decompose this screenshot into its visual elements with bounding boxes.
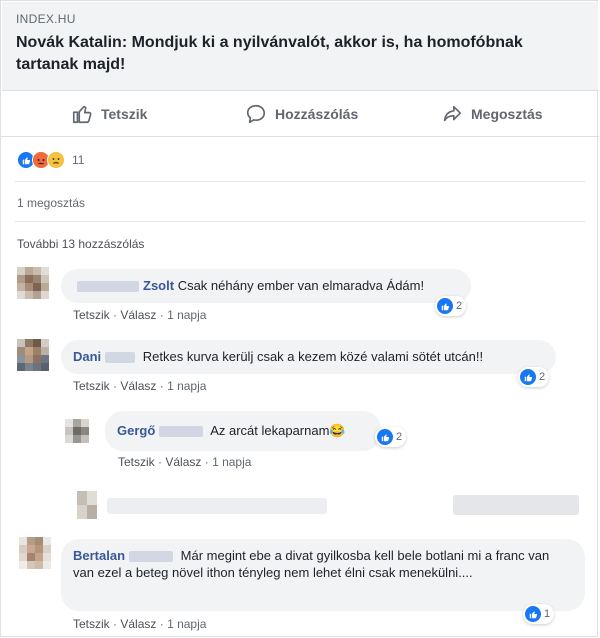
post-card: INDEX.HU Novák Katalin: Mondjuk ki a nyi… [0,0,599,637]
comment-bubble: Zsolt Csak néhány ember van elmaradva Ád… [61,269,471,303]
like-icon [525,606,541,622]
link-source: INDEX.HU [16,12,76,26]
reaction-count: 11 [72,153,85,167]
reaction-summary[interactable]: 11 [17,151,84,169]
comment-like-link[interactable]: Tetszik [118,455,155,469]
comment-like-link[interactable]: Tetszik [73,308,110,322]
like-label: Tetszik [101,106,148,122]
avatar[interactable] [17,339,49,371]
redacted-surname [129,551,174,563]
commenter-name[interactable]: Zsolt [143,278,174,293]
divider [15,221,585,222]
share-button[interactable]: Megosztás [441,103,543,125]
commenter-name[interactable]: Dani [73,349,101,364]
divider [15,181,585,182]
reply-input-icons[interactable] [453,495,579,515]
comment-meta: Tetszik · Válasz · 1 napja [73,308,207,322]
avatar[interactable] [17,267,49,299]
speech-bubble-icon [245,103,267,125]
action-bar: Tetszik Hozzászólás Megosztás [1,90,599,137]
comment-time[interactable]: 1 napja [167,379,206,393]
comment-meta: Tetszik · Válasz · 1 napja [73,617,207,631]
comment-like-badge[interactable]: 1 [523,604,555,624]
reply-bubble: Gergő Az arcát lekaparnam😂 [105,411,381,451]
like-icon [520,369,536,385]
link-preview[interactable]: INDEX.HU Novák Katalin: Mondjuk ki a nyi… [2,2,598,91]
comment-text: Retkes kurva kerülj csak a kezem közé va… [142,349,484,364]
reply-input[interactable] [107,498,327,514]
avatar[interactable] [65,419,93,447]
comment-time[interactable]: 1 napja [167,308,206,322]
comment-like-link[interactable]: Tetszik [73,617,110,631]
comment-label: Hozzászólás [275,106,359,122]
share-count[interactable]: 1 megosztás [17,196,85,210]
comment-like-count: 2 [539,371,546,383]
avatar[interactable] [19,537,51,569]
more-comments-link[interactable]: További 13 hozzászólás [17,237,144,251]
comment-like-count: 2 [456,300,463,312]
redacted-surname [77,281,139,293]
commenter-name[interactable]: Bertalan [73,548,125,563]
comment-like-badge[interactable]: 2 [375,427,407,447]
sad-icon [47,151,65,169]
like-icon [377,429,393,445]
share-arrow-icon [441,103,463,125]
share-label: Megosztás [471,106,543,122]
comment-bubble: Bertalan Már megint ebe a divat gyilkosb… [61,539,585,611]
comment-time[interactable]: 1 napja [212,455,251,469]
thumbs-up-icon [71,103,93,125]
commenter-name[interactable]: Gergő [117,423,155,438]
redacted-surname [159,426,204,438]
avatar [77,491,97,519]
comment-reply-link[interactable]: Válasz [120,308,156,322]
comment-like-badge[interactable]: 2 [435,296,467,316]
comment-like-link[interactable]: Tetszik [73,379,110,393]
comment-text: Az arcát lekaparnam😂 [210,423,346,438]
like-button[interactable]: Tetszik [71,103,147,125]
comment-like-count: 1 [544,608,551,620]
link-headline[interactable]: Novák Katalin: Mondjuk ki a nyilvánvalót… [16,32,576,76]
comment-time[interactable]: 1 napja [167,617,206,631]
comment-text: Csak néhány ember van elmaradva Ádám! [177,278,425,293]
comment-meta: Tetszik · Válasz · 1 napja [73,379,207,393]
comment-bubble: Dani Retkes kurva kerülj csak a kezem kö… [61,340,556,374]
like-icon [437,298,453,314]
comment-button[interactable]: Hozzászólás [245,103,358,125]
comment-like-count: 2 [396,431,403,443]
comment-like-badge[interactable]: 2 [518,367,550,387]
comment-meta: Tetszik · Válasz · 1 napja [118,455,252,469]
redacted-surname [105,352,136,364]
comment-reply-link[interactable]: Válasz [120,379,156,393]
comment-reply-link[interactable]: Válasz [120,617,156,631]
comment-reply-link[interactable]: Válasz [165,455,201,469]
